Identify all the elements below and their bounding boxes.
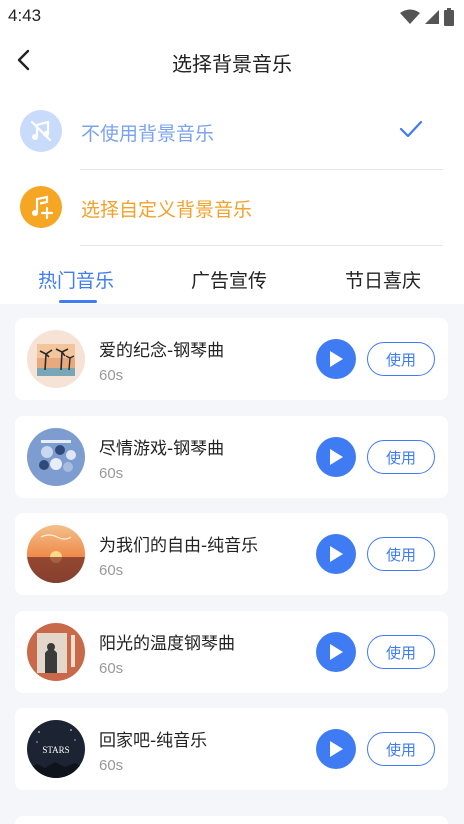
nav-bar: 选择背景音乐 — [0, 34, 464, 90]
use-button[interactable]: 使用 — [367, 732, 435, 766]
music-list[interactable]: 爱的纪念-钢琴曲 60s 使用 尽情游戏-钢琴曲 60s 使用 为我们的自由-纯… — [0, 304, 464, 824]
use-button[interactable]: 使用 — [367, 440, 435, 474]
list-item[interactable]: STARS 回家吧-纯音乐 60s 使用 — [15, 708, 448, 790]
divider — [80, 245, 443, 246]
track-duration: 60s — [99, 465, 124, 482]
option-no-music-label: 不使用背景音乐 — [81, 123, 215, 145]
no-music-icon — [20, 110, 62, 152]
play-icon — [330, 449, 343, 465]
play-button[interactable] — [316, 632, 356, 672]
list-item[interactable] — [15, 816, 448, 824]
play-icon — [330, 741, 343, 757]
option-no-music[interactable]: 不使用背景音乐 — [0, 92, 464, 170]
album-cover — [27, 330, 85, 388]
status-bar: 4:43 — [0, 0, 464, 34]
check-icon — [399, 120, 423, 138]
play-button[interactable] — [316, 534, 356, 574]
signal-icon — [425, 10, 439, 24]
category-tabs: 热门音乐 广告宣传 节日喜庆 — [0, 252, 464, 304]
album-cover — [27, 623, 85, 681]
page-title: 选择背景音乐 — [172, 52, 292, 76]
album-cover — [27, 428, 85, 486]
album-cover-text: STARS — [42, 745, 69, 755]
album-cover — [27, 525, 85, 583]
use-button[interactable]: 使用 — [367, 537, 435, 571]
wifi-icon — [400, 9, 420, 24]
track-duration: 60s — [99, 757, 124, 774]
track-name: 爱的纪念-钢琴曲 — [99, 341, 225, 361]
track-duration: 60s — [99, 660, 124, 677]
track-duration: 60s — [99, 367, 124, 384]
track-name: 为我们的自由-纯音乐 — [99, 536, 259, 556]
play-button[interactable] — [316, 437, 356, 477]
play-button[interactable] — [316, 339, 356, 379]
battery-icon — [444, 8, 454, 26]
track-name: 回家吧-纯音乐 — [99, 731, 208, 751]
status-icons — [400, 8, 454, 26]
option-custom-music-label: 选择自定义背景音乐 — [81, 199, 253, 221]
track-duration: 60s — [99, 562, 124, 579]
option-custom-music[interactable]: 选择自定义背景音乐 — [0, 168, 464, 246]
play-button[interactable] — [316, 729, 356, 769]
play-icon — [330, 546, 343, 562]
track-name: 阳光的温度钢琴曲 — [99, 634, 235, 654]
list-item[interactable]: 尽情游戏-钢琴曲 60s 使用 — [15, 416, 448, 498]
tab-advertising[interactable]: 广告宣传 — [191, 266, 267, 293]
list-item[interactable]: 爱的纪念-钢琴曲 60s 使用 — [15, 318, 448, 400]
use-button[interactable]: 使用 — [367, 635, 435, 669]
add-music-icon — [20, 186, 62, 228]
tab-indicator — [59, 300, 97, 303]
tab-holiday[interactable]: 节日喜庆 — [345, 266, 421, 293]
list-item[interactable]: 为我们的自由-纯音乐 60s 使用 — [15, 513, 448, 595]
status-time: 4:43 — [8, 6, 42, 25]
album-cover: STARS — [27, 720, 85, 778]
play-icon — [330, 351, 343, 367]
list-item[interactable]: 阳光的温度钢琴曲 60s 使用 — [15, 611, 448, 693]
tab-hot-music[interactable]: 热门音乐 — [38, 266, 114, 293]
use-button[interactable]: 使用 — [367, 342, 435, 376]
track-name: 尽情游戏-钢琴曲 — [99, 439, 225, 459]
play-icon — [330, 644, 343, 660]
